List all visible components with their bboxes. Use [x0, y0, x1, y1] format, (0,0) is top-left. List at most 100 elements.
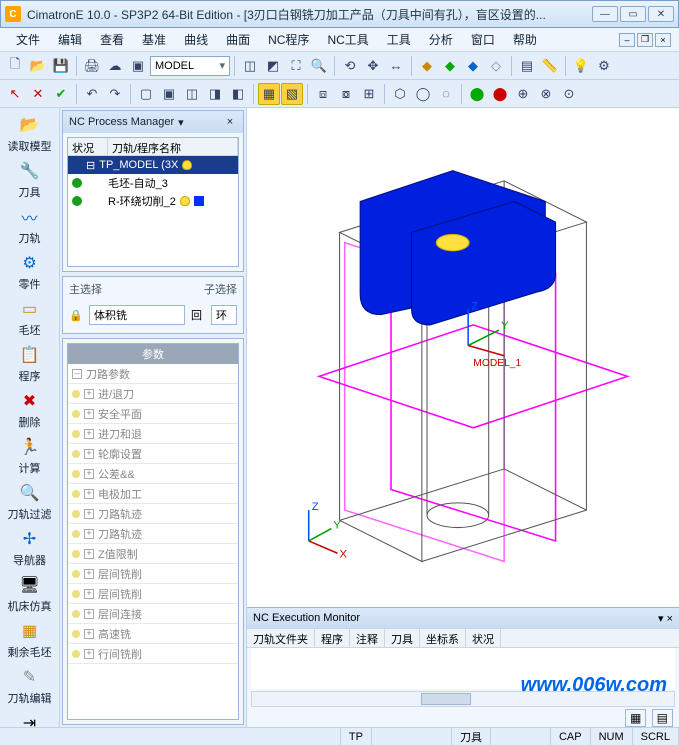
mdi-close[interactable]: ×	[655, 33, 671, 47]
tree-col-status[interactable]: 状况	[68, 138, 108, 155]
undo-icon[interactable]: ↶	[81, 83, 103, 105]
measure-icon[interactable]: 📏	[539, 55, 561, 77]
sub-sel-field[interactable]: 环	[211, 305, 237, 325]
process-tree[interactable]: 状况 刀轨/程序名称 ⊟ TP_MODEL (3X 毛坯-自动_3 R-环绕切削…	[67, 137, 239, 267]
exec-btn2[interactable]: ▤	[652, 709, 673, 727]
zoomfit-icon[interactable]: ⛶	[285, 55, 307, 77]
menu-ncprogram[interactable]: NC程序	[260, 29, 317, 50]
exec-col-folder[interactable]: 刀轨文件夹	[247, 629, 315, 647]
3d-viewport[interactable]: Z Y MODEL_1 Z Y X NC Execution Monitor ▾…	[246, 108, 679, 727]
lb-tool[interactable]: 🔧刀具	[3, 160, 57, 200]
box5-icon[interactable]: ◧	[227, 83, 249, 105]
param-row[interactable]: +高速铣	[68, 624, 238, 644]
exec-col-csys[interactable]: 坐标系	[420, 629, 466, 647]
lb-delete[interactable]: ✖删除	[3, 390, 57, 430]
mdi-restore[interactable]: ❐	[637, 33, 653, 47]
view2-icon[interactable]: ◩	[262, 55, 284, 77]
lb-filter[interactable]: 🔍刀轨过滤	[3, 482, 57, 522]
filter1-icon[interactable]: ⧈	[312, 83, 334, 105]
lb-toolpath[interactable]: 〰刀轨	[3, 206, 57, 246]
hl1-icon[interactable]: ▦	[258, 83, 280, 105]
bulb-icon[interactable]: 💡	[570, 55, 592, 77]
param-row[interactable]: +刀路轨迹	[68, 504, 238, 524]
param-row[interactable]: +刀路轨迹	[68, 524, 238, 544]
filter3-icon[interactable]: ⊞	[358, 83, 380, 105]
chain3-icon[interactable]: ◌	[435, 83, 457, 105]
ext1-icon[interactable]: ⬤	[466, 83, 488, 105]
filter2-icon[interactable]: ⧇	[335, 83, 357, 105]
shade4-icon[interactable]: ◇	[485, 55, 507, 77]
orbit-icon[interactable]: ⟲	[339, 55, 361, 77]
minimize-button[interactable]: —	[592, 6, 618, 22]
check-icon[interactable]: ✔	[50, 83, 72, 105]
move-icon[interactable]: ↔	[385, 55, 407, 77]
model-selector[interactable]: MODEL	[150, 56, 230, 76]
maximize-button[interactable]: ▭	[620, 6, 646, 22]
param-row[interactable]: –刀路参数	[68, 364, 238, 384]
shade3-icon[interactable]: ◆	[462, 55, 484, 77]
exec-col-program[interactable]: 程序	[315, 629, 350, 647]
param-row[interactable]: +公差&&	[68, 464, 238, 484]
tree-row-stock[interactable]: 毛坯-自动_3	[68, 174, 238, 192]
main-sel-field[interactable]: 体积铣	[89, 305, 185, 325]
box4-icon[interactable]: ◨	[204, 83, 226, 105]
lb-readmodel[interactable]: 📂读取模型	[3, 114, 57, 154]
lb-navigator[interactable]: ✢导航器	[3, 528, 57, 568]
lb-stock[interactable]: ▭毛坯	[3, 298, 57, 338]
param-row[interactable]: +层间连接	[68, 604, 238, 624]
tree-row-tpmodel[interactable]: ⊟ TP_MODEL (3X	[68, 156, 238, 174]
param-row[interactable]: +轮廓设置	[68, 444, 238, 464]
ext5-icon[interactable]: ⊙	[558, 83, 580, 105]
shade2-icon[interactable]: ◆	[439, 55, 461, 77]
menu-edit[interactable]: 编辑	[50, 29, 90, 50]
menu-help[interactable]: 帮助	[505, 29, 545, 50]
chain2-icon[interactable]: ◯	[412, 83, 434, 105]
param-row[interactable]: +Z值限制	[68, 544, 238, 564]
close-button[interactable]: ✕	[648, 6, 674, 22]
lb-program[interactable]: 📋程序	[3, 344, 57, 384]
layer-icon[interactable]: ▤	[516, 55, 538, 77]
zoomin-icon[interactable]: 🔍	[308, 55, 330, 77]
exec-col-tool[interactable]: 刀具	[385, 629, 420, 647]
param-row[interactable]: +行间铣削	[68, 644, 238, 664]
menu-analyze[interactable]: 分析	[421, 29, 461, 50]
menu-curve[interactable]: 曲线	[176, 29, 216, 50]
cube-icon[interactable]: ▣	[127, 55, 149, 77]
print-icon[interactable]: 🖨	[81, 55, 103, 77]
cross-icon[interactable]: ✕	[27, 83, 49, 105]
params-list[interactable]: 参数 –刀路参数 +进/退刀 +安全平面 +进刀和退 +轮廓设置 +公差&& +…	[67, 343, 239, 720]
gear-icon[interactable]: ⚙	[593, 55, 615, 77]
chain1-icon[interactable]: ⬡	[389, 83, 411, 105]
exec-pin-icon[interactable]: ▾ ×	[658, 612, 673, 625]
param-row[interactable]: +层间铣削	[68, 584, 238, 604]
param-row[interactable]: +安全平面	[68, 404, 238, 424]
menu-nctool[interactable]: NC工具	[319, 29, 376, 50]
box3-icon[interactable]: ◫	[181, 83, 203, 105]
new-icon[interactable]: 🗋	[4, 55, 26, 77]
view1-icon[interactable]: ◫	[239, 55, 261, 77]
pan-icon[interactable]: ✥	[362, 55, 384, 77]
box2-icon[interactable]: ▣	[158, 83, 180, 105]
cloud-icon[interactable]: ☁	[104, 55, 126, 77]
menu-file[interactable]: 文件	[8, 29, 48, 50]
param-row[interactable]: +进刀和退	[68, 424, 238, 444]
lb-reststock[interactable]: ▦剩余毛坯	[3, 620, 57, 660]
ext3-icon[interactable]: ⊕	[512, 83, 534, 105]
lb-postproc[interactable]: ⇥后处理	[3, 712, 57, 727]
ext4-icon[interactable]: ⊗	[535, 83, 557, 105]
menu-tool[interactable]: 工具	[379, 29, 419, 50]
mdi-minimize[interactable]: –	[619, 33, 635, 47]
tree-row-rcut[interactable]: R-环绕切削_2	[68, 192, 238, 210]
menu-view[interactable]: 查看	[92, 29, 132, 50]
redo-icon[interactable]: ↷	[104, 83, 126, 105]
param-row[interactable]: +电极加工	[68, 484, 238, 504]
exec-btn1[interactable]: ▦	[625, 709, 646, 727]
lb-compute[interactable]: 🏃计算	[3, 436, 57, 476]
tree-col-name[interactable]: 刀轨/程序名称	[108, 138, 238, 155]
menu-surface[interactable]: 曲面	[218, 29, 258, 50]
arrow-icon[interactable]: ↖	[4, 83, 26, 105]
menu-window[interactable]: 窗口	[463, 29, 503, 50]
param-row[interactable]: +层间铣削	[68, 564, 238, 584]
menu-datum[interactable]: 基准	[134, 29, 174, 50]
exec-col-comment[interactable]: 注释	[350, 629, 385, 647]
